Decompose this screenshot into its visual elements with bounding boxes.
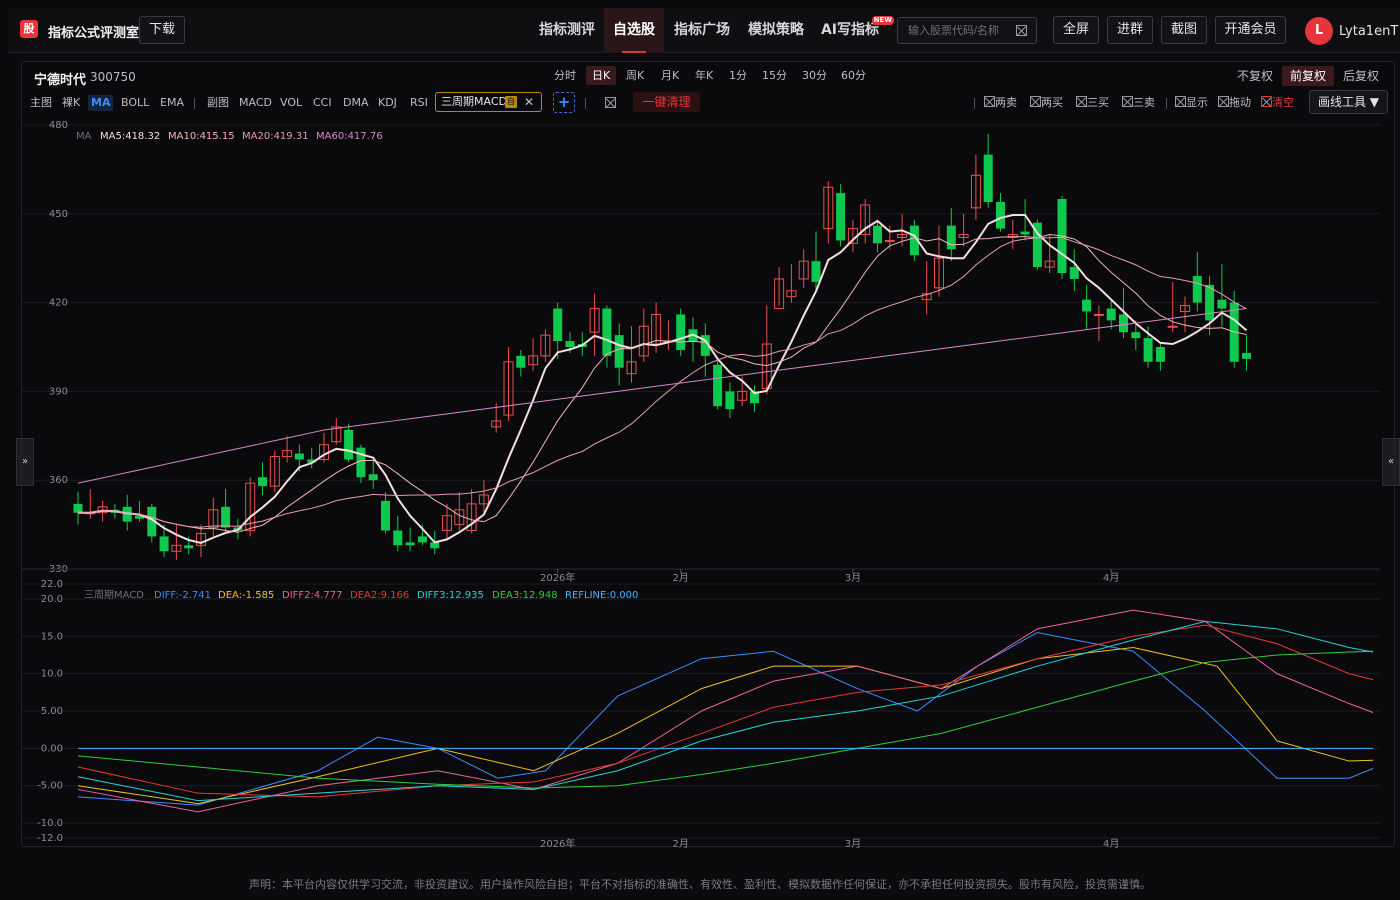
candle-body[interactable] (159, 536, 169, 552)
ma-lines (77, 213, 1248, 545)
expand-left-panel[interactable]: » (16, 438, 34, 486)
candlestick-series[interactable] (73, 133, 1252, 561)
candle-body[interactable] (1093, 313, 1104, 316)
candle-body[interactable] (1205, 284, 1215, 321)
diff-line (77, 632, 1374, 806)
dea2-legend: DEA2:9.166 (350, 590, 409, 601)
candle-body[interactable] (836, 193, 846, 241)
candle-body[interactable] (946, 225, 956, 250)
candle-body[interactable] (344, 429, 354, 460)
sub-chart-axis: 22.0 20.0 15.0 10.0 5.00 0.00 -5.00 -10.0 -12.0 2… (37, 579, 1119, 850)
dea-line (77, 646, 1374, 805)
candle-body[interactable] (676, 314, 686, 350)
candle-body[interactable] (614, 335, 624, 368)
candle-body[interactable] (258, 477, 267, 487)
candle-body[interactable] (713, 364, 723, 407)
y-tick-label: -5.00 (37, 781, 63, 792)
candle-body[interactable] (294, 453, 304, 460)
diff2-legend: DIFF2:4.777 (282, 590, 343, 601)
y-tick-label: 20.0 (41, 594, 63, 605)
dea-legend: DEA:-1.585 (218, 590, 274, 601)
candle-body[interactable] (1119, 314, 1128, 333)
candle-body[interactable] (417, 536, 427, 543)
y-tick-label: 10.0 (41, 669, 63, 680)
macd-title: 三周期MACD (84, 589, 144, 601)
candle-body[interactable] (1143, 338, 1153, 362)
x-tick-label: 2月 (673, 572, 689, 584)
candle-body[interactable] (73, 503, 83, 513)
y-tick-label: 5.00 (41, 706, 63, 717)
diff-legend: DIFF:-2.741 (154, 590, 211, 601)
x-tick-label: 4月 (1103, 572, 1119, 584)
charts-svg[interactable]: 4804504203903603302026年 2月 3月 4月 MA MA5:418… (0, 0, 1400, 900)
candle-body[interactable] (602, 308, 612, 356)
expand-right-panel[interactable]: « (1382, 438, 1400, 486)
candle-body[interactable] (1192, 275, 1202, 303)
candle-body[interactable] (184, 545, 194, 549)
refline-legend: REFLINE:0.000 (565, 590, 638, 601)
candle-body[interactable] (221, 506, 231, 528)
ma60-legend: MA60:417.76 (316, 131, 383, 142)
dea3-line (77, 650, 1374, 789)
ma-legend-label: MA (76, 131, 92, 142)
candle-body[interactable] (725, 391, 735, 410)
candle-body[interactable] (1131, 332, 1141, 339)
y-tick-label: -10.0 (37, 818, 63, 829)
candle-body[interactable] (1082, 299, 1092, 312)
ma10-line (78, 234, 1247, 533)
candle-body[interactable] (884, 239, 895, 242)
macd-legend: 三周期MACD DIFF:-2.741 DEA:-1.585 DIFF2:4.7… (84, 589, 638, 601)
candle-body[interactable] (565, 341, 575, 347)
ma10-legend: MA10:415.15 (168, 131, 235, 142)
disclaimer: 声明：本平台内容仅供学习交流，非投资建议。用户操作风险自担；平台不对指标的准确性… (249, 878, 1151, 891)
ma5-line (78, 213, 1248, 545)
x-tick-label: 3月 (845, 838, 861, 850)
candle-body[interactable] (1242, 352, 1251, 359)
candle-body[interactable] (393, 530, 403, 546)
dea3-legend: DEA3:12.948 (492, 590, 558, 601)
candle-body[interactable] (1020, 231, 1030, 235)
ma-legend: MA MA5:418.32 MA10:415.15 MA20:419.31 MA… (76, 131, 383, 142)
candle-body[interactable] (516, 355, 526, 368)
y-tick-label: 22.0 (41, 579, 63, 590)
candle-body[interactable] (996, 201, 1005, 229)
x-tick-label: 2026年 (540, 837, 575, 850)
x-tick-label: 3月 (845, 572, 861, 584)
diff3-legend: DIFF3:12.935 (417, 590, 484, 601)
candle-body[interactable] (1106, 308, 1116, 321)
candle-body[interactable] (1155, 347, 1165, 362)
y-tick-label: 0.00 (41, 743, 63, 754)
candle-body[interactable] (811, 261, 821, 282)
ma20-line (78, 236, 1247, 528)
candle-body[interactable] (381, 500, 390, 531)
candle-body[interactable] (1069, 267, 1079, 279)
candle-body[interactable] (1217, 299, 1227, 309)
y-tick-label: 480 (49, 120, 68, 131)
candle-body[interactable] (553, 308, 563, 342)
candle-body[interactable] (983, 154, 993, 202)
y-tick-label: 390 (49, 386, 68, 397)
candle-body[interactable] (1167, 325, 1178, 328)
y-tick-label: -12.0 (37, 833, 63, 844)
x-tick-label: 2月 (673, 838, 689, 850)
x-tick-label: 2026年 (540, 571, 575, 584)
ma20-legend: MA20:419.31 (242, 131, 309, 142)
y-tick-label: 450 (49, 209, 68, 220)
ma5-legend: MA5:418.32 (100, 131, 160, 142)
y-tick-label: 15.0 (41, 631, 63, 642)
y-tick-label: 420 (49, 298, 68, 309)
candle-body[interactable] (405, 542, 415, 546)
candle-body[interactable] (873, 225, 882, 244)
x-tick-label: 4月 (1103, 838, 1119, 850)
y-tick-label: 360 (49, 475, 68, 486)
candle-body[interactable] (368, 474, 378, 481)
